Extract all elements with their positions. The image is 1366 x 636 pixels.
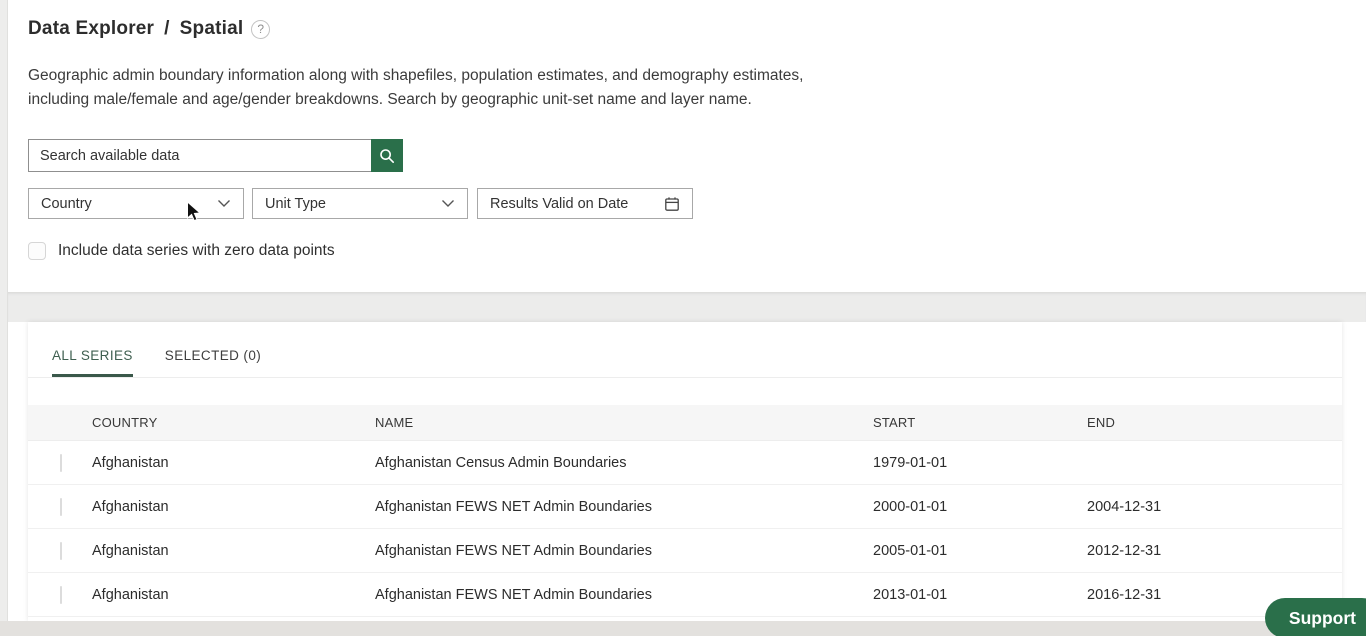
cell-name: Afghanistan FEWS NET Admin Boundaries (375, 542, 652, 559)
zero-data-points-row: Include data series with zero data point… (28, 242, 335, 260)
table-row[interactable]: Afghanistan Afghanistan FEWS NET Admin B… (28, 529, 1342, 573)
help-icon[interactable]: ? (251, 19, 271, 39)
cell-country: Afghanistan (92, 498, 169, 515)
data-explorer-page: Data Explorer / Spatial ? Geographic adm… (0, 0, 1366, 636)
country-dropdown[interactable]: Country (28, 188, 244, 219)
breadcrumb: Data Explorer / Spatial ? (28, 18, 271, 40)
zero-data-points-label: Include data series with zero data point… (58, 242, 335, 259)
cell-country: Afghanistan (92, 454, 169, 471)
cell-end: 2012-12-31 (1087, 542, 1162, 559)
cell-start: 1979-01-01 (873, 454, 948, 471)
column-header-country[interactable]: COUNTRY (92, 415, 375, 430)
calendar-icon (664, 196, 680, 212)
cell-name: Afghanistan Census Admin Boundaries (375, 454, 627, 471)
unit-type-dropdown[interactable]: Unit Type (252, 188, 468, 219)
cell-start: 2005-01-01 (873, 542, 948, 559)
cell-country: Afghanistan (92, 586, 169, 603)
series-tabs: ALL SERIES SELECTED (0) (28, 322, 1342, 378)
zero-data-points-checkbox[interactable] (28, 242, 46, 260)
page-title: Spatial (179, 18, 244, 39)
column-header-name[interactable]: NAME (375, 415, 873, 430)
tab-all-series[interactable]: ALL SERIES (52, 348, 133, 377)
results-valid-date-label: Results Valid on Date (490, 195, 629, 212)
table-row[interactable]: Afghanistan Afghanistan FEWS NET Admin B… (28, 573, 1342, 617)
horizontal-scrollbar-track[interactable] (0, 621, 1366, 636)
breadcrumb-section[interactable]: Data Explorer (28, 18, 154, 40)
cell-name: Afghanistan FEWS NET Admin Boundaries (375, 498, 652, 515)
country-dropdown-label: Country (41, 195, 92, 212)
table-header: COUNTRY NAME START END (28, 405, 1342, 441)
table-row[interactable]: Afghanistan Afghanistan FEWS NET Admin B… (28, 485, 1342, 529)
row-checkbox[interactable] (60, 453, 62, 472)
filter-row: Country Unit Type Results Valid on Date (28, 188, 693, 219)
cell-start: 2013-01-01 (873, 586, 948, 603)
cell-country: Afghanistan (92, 542, 169, 559)
results-valid-date-picker[interactable]: Results Valid on Date (477, 188, 693, 219)
row-checkbox[interactable] (60, 585, 62, 604)
tab-selected[interactable]: SELECTED (0) (165, 348, 261, 377)
column-header-start[interactable]: START (873, 415, 1087, 430)
search-button[interactable] (371, 139, 403, 172)
cell-start: 2000-01-01 (873, 498, 948, 515)
series-card: ALL SERIES SELECTED (0) COUNTRY NAME STA… (28, 322, 1342, 621)
support-button[interactable]: Support (1264, 598, 1366, 636)
search-icon (379, 148, 395, 164)
page-left-edge (0, 0, 8, 636)
table-row[interactable]: Afghanistan Afghanistan Census Admin Bou… (28, 441, 1342, 485)
table-body: Afghanistan Afghanistan Census Admin Bou… (28, 441, 1342, 617)
breadcrumb-separator: / (164, 18, 170, 39)
search-input[interactable] (28, 139, 371, 172)
cell-name: Afghanistan FEWS NET Admin Boundaries (375, 586, 652, 603)
row-checkbox[interactable] (60, 541, 62, 560)
chevron-down-icon (217, 199, 231, 208)
search-bar (28, 139, 403, 172)
column-header-end[interactable]: END (1087, 415, 1342, 430)
cell-end: 2004-12-31 (1087, 498, 1162, 515)
chevron-down-icon (441, 199, 455, 208)
page-description: Geographic admin boundary information al… (28, 67, 804, 108)
row-checkbox[interactable] (60, 497, 62, 516)
unit-type-dropdown-label: Unit Type (265, 195, 326, 212)
section-divider-band (8, 292, 1366, 322)
